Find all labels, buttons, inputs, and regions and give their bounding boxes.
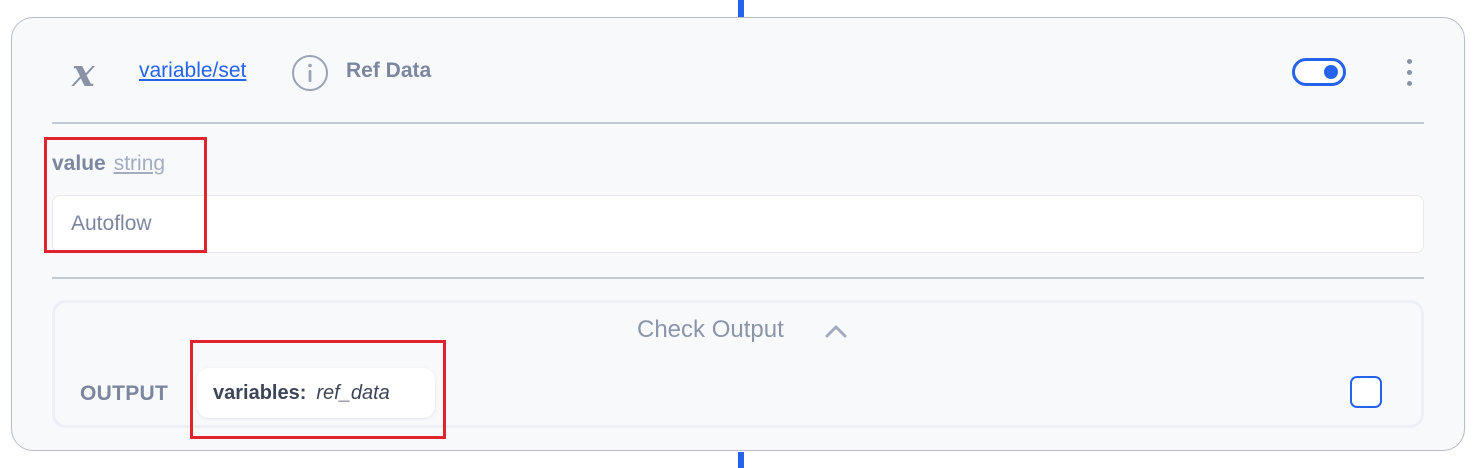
- toggle-knob: [1324, 65, 1338, 79]
- output-variable-chip: variables: ref_data: [197, 368, 435, 418]
- node-enabled-toggle[interactable]: [1292, 58, 1346, 86]
- chevron-up-icon[interactable]: [823, 323, 849, 339]
- check-output-toggle[interactable]: Check Output: [637, 315, 784, 345]
- output-checkbox[interactable]: [1350, 376, 1382, 408]
- flow-connector-bottom: [738, 452, 744, 468]
- kebab-dot: [1407, 59, 1412, 64]
- param-type-link[interactable]: string: [114, 152, 165, 175]
- output-chip-value: ref_data: [316, 381, 390, 404]
- param-divider: [52, 277, 1424, 279]
- param-name: value: [52, 152, 106, 175]
- node-header: x variable/set Ref Data: [12, 18, 1464, 124]
- header-divider: [52, 122, 1424, 124]
- info-icon[interactable]: [291, 54, 329, 92]
- output-panel: Check Output OUTPUT variables: ref_data: [52, 300, 1424, 428]
- svg-text:x: x: [71, 50, 96, 95]
- output-label: OUTPUT: [80, 382, 169, 405]
- kebab-menu-icon[interactable]: [1397, 58, 1423, 88]
- node-type-link[interactable]: variable/set: [139, 58, 246, 84]
- node-card: x variable/set Ref Data value string Chec…: [11, 17, 1465, 451]
- variable-x-icon: x: [71, 50, 96, 95]
- value-input[interactable]: [52, 195, 1424, 253]
- flow-connector-top: [738, 0, 744, 18]
- param-label: value string: [52, 151, 165, 177]
- kebab-dot: [1407, 70, 1412, 75]
- kebab-dot: [1407, 81, 1412, 86]
- output-chip-key: variables:: [213, 381, 307, 404]
- node-label: Ref Data: [346, 59, 432, 82]
